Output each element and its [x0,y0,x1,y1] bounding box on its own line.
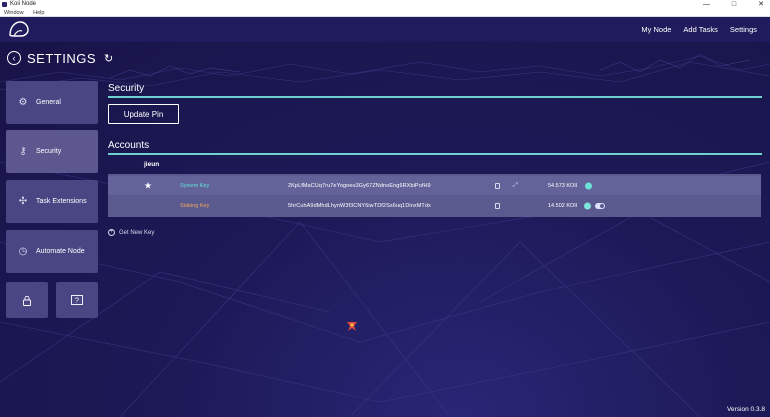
menu-help[interactable]: Help [33,10,44,16]
nav-my-node[interactable]: My Node [641,25,671,34]
nav-add-tasks[interactable]: Add Tasks [683,25,717,34]
key-label: Staking Key [180,202,210,209]
sidebar-item-label: Task Extensions [36,198,87,205]
nav-settings[interactable]: Settings [730,25,757,34]
key-balance: 14.502 KOII [548,202,578,209]
sidebar-item-security[interactable]: ⚷ Security [6,130,98,173]
settings-page: ‹ SETTINGS ↻ ⚙ General ⚷ Security ✣ Task… [0,42,770,417]
security-divider [108,96,762,98]
help-button[interactable]: ? [56,282,98,318]
back-button[interactable]: ‹ [7,51,21,65]
sidebar-item-task-extensions[interactable]: ✣ Task Extensions [6,180,98,223]
lock-button[interactable] [6,282,48,318]
key-address: 5hrCuhA9dMhdLhynW3f3CNY6iwTDf2Ss6uq1Dinx… [288,202,431,209]
accounts-title: Accounts [108,140,150,151]
menu-window[interactable]: Window [4,10,24,16]
update-pin-button[interactable]: Update Pin [108,104,179,124]
sidebar-item-label: Automate Node [36,248,85,255]
clock-icon: ◷ [18,246,28,257]
koii-token-icon [585,182,592,189]
table-row: ★ System Key 2KpLfMaCUq7ru7eYogoeu3Gy67Z… [108,176,761,195]
app-icon [2,2,7,7]
copy-icon[interactable] [495,182,500,189]
accounts-table: ★ System Key 2KpLfMaCUq7ru7eYogoeu3Gy67Z… [108,174,761,217]
account-name: jieun [144,161,160,168]
key-address: 2KpLfMaCUq7ru7eYogoeu3Gy67ZNdnoEng6RXbiP… [288,182,431,189]
table-row: Staking Key 5hrCuhA9dMhdLhynW3f3CNY6iwTD… [108,196,761,215]
security-title: Security [108,83,145,94]
sidebar-item-label: General [36,99,61,106]
get-new-key-label: Get New Key [119,229,155,236]
close-button[interactable]: ✕ [758,0,764,9]
key-icon: ⚷ [19,146,27,157]
plus-icon: + [108,229,115,236]
key-balance: 54.573 KOII [548,182,578,189]
menubar: Window Help [0,9,770,17]
gear-icon: ⚙ [18,97,28,108]
puzzle-icon: ✣ [18,196,28,207]
sidebar-item-label: Security [36,148,62,155]
sidebar-item-general[interactable]: ⚙ General [6,81,98,124]
window-title: Koii Node [10,1,37,7]
refresh-icon[interactable]: ↻ [104,52,113,65]
mascot-icon [347,322,357,331]
link-icon[interactable]: ⤢ [513,182,518,189]
key-label: System Key [180,182,210,189]
sidebar-item-automate-node[interactable]: ◷ Automate Node [6,230,98,273]
lock-icon [23,295,31,306]
window-titlebar: Koii Node — □ ✕ [0,0,770,9]
staking-toggle-icon[interactable] [595,202,605,209]
koii-token-icon [584,202,591,209]
minimize-button[interactable]: — [703,0,710,9]
svg-text:?: ? [75,298,79,305]
accounts-divider [108,153,762,155]
help-icon: ? [71,295,83,305]
get-new-key-link[interactable]: + Get New Key [108,229,154,236]
koii-logo-icon[interactable] [8,20,30,38]
top-nav: My Node Add Tasks Settings [0,17,770,42]
page-title: SETTINGS [27,50,97,66]
maximize-button[interactable]: □ [732,0,736,9]
copy-icon[interactable] [495,202,500,209]
star-icon[interactable]: ★ [144,180,152,191]
version-label: Version 0.3.8 [727,406,765,413]
